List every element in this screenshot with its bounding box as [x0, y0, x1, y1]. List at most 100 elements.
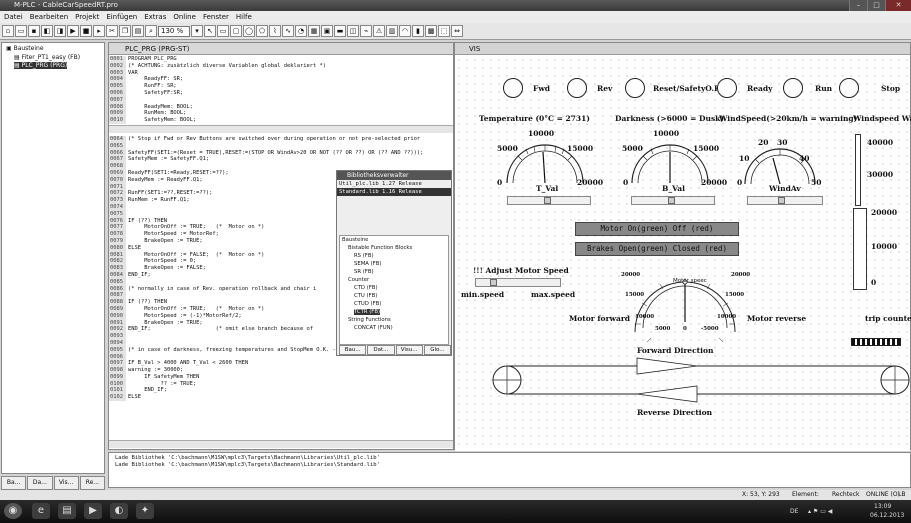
select-tool-icon[interactable]: ↖	[204, 25, 216, 37]
close-button[interactable]: ✕	[885, 0, 911, 11]
t-gauge-right: 15000	[567, 144, 594, 153]
trend-tool-icon[interactable]: ⌁	[360, 25, 372, 37]
tab-bausteine[interactable]: Ba...	[1, 476, 27, 490]
windav-slider[interactable]	[747, 196, 823, 205]
library-file-standard[interactable]: Standard.lib 1.16 Release	[337, 188, 451, 196]
curve-tool-icon[interactable]: ∿	[282, 25, 294, 37]
ready-button[interactable]	[717, 78, 737, 98]
b-val-slider-knob[interactable]	[668, 197, 675, 204]
menu-online[interactable]: Online	[173, 11, 196, 23]
declaration-scrollbar[interactable]	[109, 125, 453, 133]
rev-button[interactable]	[567, 78, 587, 98]
dropdown-icon[interactable]: ▾	[191, 25, 203, 37]
t-val-slider-knob[interactable]	[544, 197, 551, 204]
visu-tool-icon[interactable]: ▣	[321, 25, 333, 37]
tab-ressourcen[interactable]: Re...	[79, 476, 105, 490]
lib-tab-visu[interactable]: Visu...	[395, 345, 423, 355]
save-icon[interactable]: ▪	[28, 25, 40, 37]
table-tool-icon[interactable]: ▥	[386, 25, 398, 37]
tree-root[interactable]: ▣ Bausteine	[6, 45, 44, 52]
open-icon[interactable]: ▭	[15, 25, 27, 37]
polyline-tool-icon[interactable]: ⌇	[269, 25, 281, 37]
html-tool-icon[interactable]: ◫	[347, 25, 359, 37]
lib-tree-item-selected[interactable]: TCTR (FB)	[354, 309, 381, 315]
bar-tool-icon[interactable]: ▮	[412, 25, 424, 37]
menu-hilfe[interactable]: Hilfe	[236, 11, 252, 23]
lib-tree-item[interactable]: SEMA (FB)	[354, 261, 381, 267]
tray-time[interactable]: 13:09	[874, 503, 891, 510]
find-icon[interactable]: ⌕	[145, 25, 157, 37]
code-text: VAR	[128, 69, 138, 76]
lib-tree-item[interactable]: Bistable Function Blocks	[348, 245, 412, 251]
start-icon[interactable]: ◉	[4, 503, 22, 519]
bitmap-tool-icon[interactable]: ▦	[308, 25, 320, 37]
button-tool-icon[interactable]: ▬	[334, 25, 346, 37]
tree-item-filter[interactable]: ▤ Fiter_PT1_easy (FB)	[14, 54, 80, 61]
b-val-slider[interactable]	[631, 196, 715, 205]
rounded-rect-tool-icon[interactable]: ▢	[230, 25, 242, 37]
motor-speed-slider[interactable]	[475, 278, 561, 287]
tab-visualisierungen[interactable]: Vis...	[53, 476, 79, 490]
declaration-pane[interactable]: 0001 PROGRAM PLC_PRG 0002 (* ACHTUNG: zusät…	[109, 56, 453, 124]
new-icon[interactable]: ▫	[2, 25, 14, 37]
fwd-button[interactable]	[503, 78, 523, 98]
menu-bearbeiten[interactable]: Bearbeiten	[30, 11, 68, 23]
browser-icon[interactable]: e	[32, 503, 50, 519]
rectangle-tool-icon[interactable]: ▭	[217, 25, 229, 37]
lib-tree-item[interactable]: CTD (FB)	[354, 285, 378, 291]
stop-button[interactable]	[839, 78, 859, 98]
pie-tool-icon[interactable]: ◔	[295, 25, 307, 37]
motor-speed-slider-knob[interactable]	[490, 279, 497, 286]
cut-icon[interactable]: ✂	[106, 25, 118, 37]
lib-tab-datentypen[interactable]: Dat...	[367, 345, 395, 355]
alarm-tool-icon[interactable]: ⚠	[373, 25, 385, 37]
lib-tree-item[interactable]: CTUD (FB)	[354, 301, 381, 307]
histogram-tool-icon[interactable]: ▩	[425, 25, 437, 37]
tray-date[interactable]: 06.12.2013	[870, 512, 904, 519]
meter-tool-icon[interactable]: ◠	[399, 25, 411, 37]
maximize-button[interactable]: □	[867, 0, 885, 11]
tool-icon[interactable]: ◐	[110, 503, 128, 519]
zoom-select[interactable]: 130 %	[158, 25, 190, 37]
tray-icons[interactable]: ▴ ⚑ ▭ ◀	[808, 508, 832, 515]
tree-item-plc-prg[interactable]: ▤ PLC_PRG (PRG)	[14, 62, 68, 69]
lib-tree-item[interactable]: CTU (FB)	[354, 293, 377, 299]
lib-tree-item[interactable]: RS (FB)	[354, 253, 374, 259]
lib-tree-item[interactable]: SR (FB)	[354, 269, 374, 275]
run-button[interactable]	[783, 78, 803, 98]
lib-tree-item[interactable]: Counter	[348, 277, 369, 283]
scrollbar-tool-icon[interactable]: ⇔	[451, 25, 463, 37]
stop-icon[interactable]: ■	[80, 25, 92, 37]
lib-tab-globals[interactable]: Glo...	[423, 345, 451, 355]
run-icon[interactable]: ▶	[67, 25, 79, 37]
media-player-icon[interactable]: ▶	[84, 503, 102, 519]
menu-datei[interactable]: Datei	[4, 11, 23, 23]
login-icon[interactable]: ◧	[41, 25, 53, 37]
polygon-tool-icon[interactable]: ⬠	[256, 25, 268, 37]
folder-icon[interactable]: ▤	[58, 503, 76, 519]
step-icon[interactable]: ▸	[93, 25, 105, 37]
lib-tab-bausteine[interactable]: Bau...	[339, 345, 367, 355]
status-bar: X: 53, Y: 293 Element: Rechteck ONLINE (…	[0, 490, 911, 500]
menu-einfuegen[interactable]: Einfügen	[106, 11, 137, 23]
menu-projekt[interactable]: Projekt	[75, 11, 99, 23]
menu-fenster[interactable]: Fenster	[203, 11, 229, 23]
reset-button[interactable]	[625, 78, 645, 98]
plc-app-icon[interactable]: ✦	[136, 503, 154, 519]
windav-slider-knob[interactable]	[778, 197, 785, 204]
paste-icon[interactable]: ▤	[132, 25, 144, 37]
t-val-slider[interactable]	[507, 196, 591, 205]
copy-icon[interactable]: ❐	[119, 25, 131, 37]
library-file-util[interactable]: Util_plc.lib 1.27 Release	[337, 180, 451, 188]
logout-icon[interactable]: ◨	[54, 25, 66, 37]
menu-extras[interactable]: Extras	[144, 11, 166, 23]
tab-datentypen[interactable]: Da...	[27, 476, 53, 490]
code-scrollbar[interactable]	[109, 440, 453, 448]
minimize-button[interactable]: –	[849, 0, 867, 11]
ellipse-tool-icon[interactable]: ◯	[243, 25, 255, 37]
activex-tool-icon[interactable]: ⬚	[438, 25, 450, 37]
lib-tree-item[interactable]: String Functions	[348, 317, 391, 323]
lib-tree-item[interactable]: CONCAT (FUN)	[354, 325, 393, 331]
lib-tree-item[interactable]: Bausteine	[342, 237, 368, 243]
tray-language[interactable]: DE	[790, 508, 798, 515]
